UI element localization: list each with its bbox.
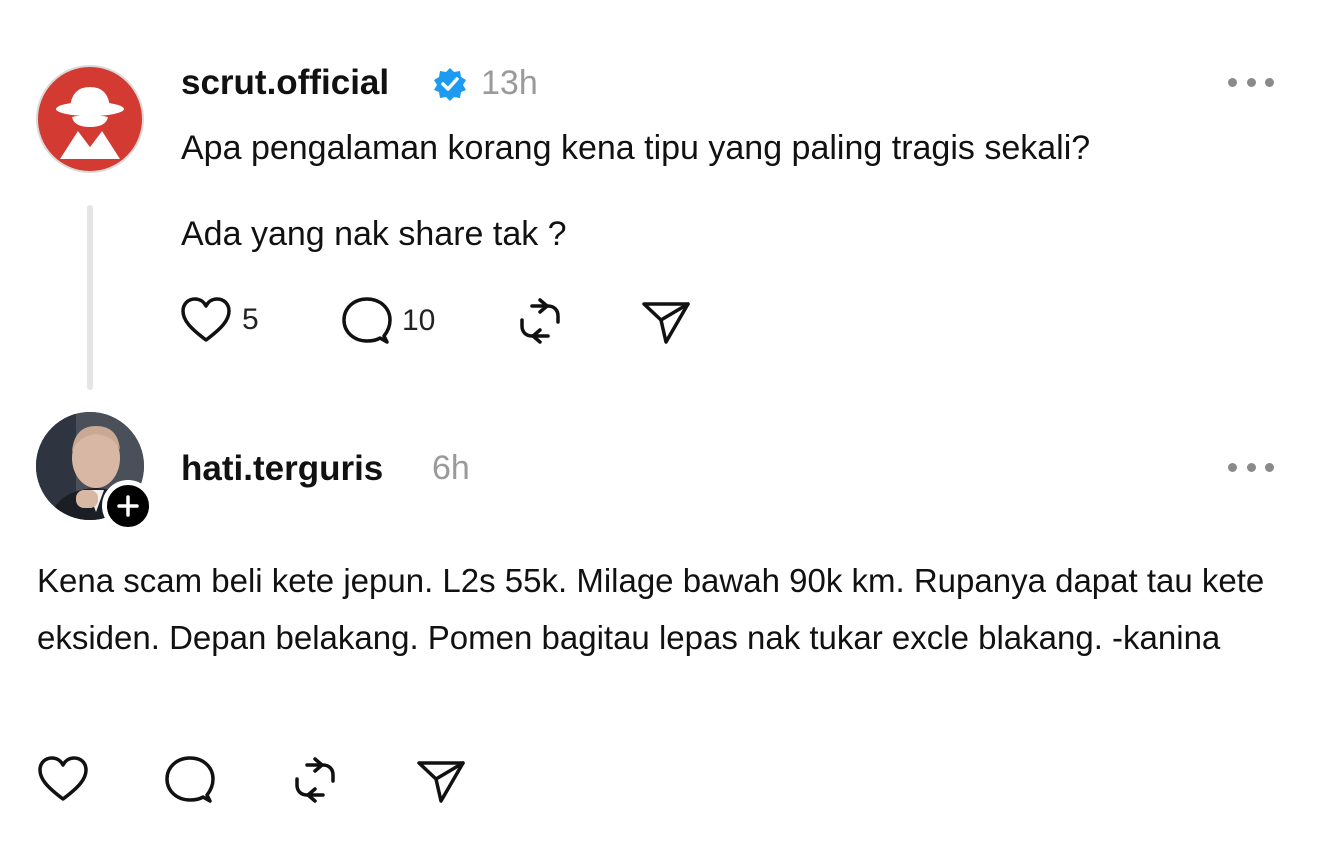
comment-icon: [165, 756, 215, 803]
reply-count: 10: [402, 304, 436, 337]
follow-button[interactable]: [102, 480, 154, 532]
dot: [1246, 77, 1256, 87]
dot: [1228, 77, 1237, 87]
repost-icon: [295, 757, 335, 803]
comment-icon: [342, 297, 392, 344]
thread-line: [87, 205, 93, 390]
like-button[interactable]: [37, 755, 89, 803]
avatar-scrut-official[interactable]: [36, 65, 144, 173]
repost-icon: [520, 298, 560, 344]
send-icon: [417, 761, 465, 803]
repost-button[interactable]: [514, 296, 566, 346]
post-username[interactable]: scrut.official: [181, 63, 389, 103]
post-text: Kena scam beli kete jepun. L2s 55k. Mila…: [37, 562, 1265, 656]
post-time: 6h: [432, 449, 470, 487]
heart-icon: [181, 297, 231, 342]
dot: [1265, 462, 1274, 472]
send-icon: [642, 302, 690, 344]
post-username[interactable]: hati.terguris: [181, 449, 383, 489]
share-button[interactable]: [415, 757, 467, 805]
spy-logo-icon: [56, 87, 124, 159]
more-options-button[interactable]: [1228, 72, 1274, 92]
post-text-line: Apa pengalaman korang kena tipu yang pal…: [181, 129, 1091, 167]
post-text-line: Ada yang nak share tak ?: [181, 215, 567, 253]
dot: [1228, 462, 1237, 472]
like-count: 5: [242, 303, 259, 336]
post-time: 13h: [481, 64, 538, 102]
plus-icon: [117, 495, 139, 517]
verified-badge-icon: [432, 66, 468, 102]
heart-icon: [38, 756, 88, 801]
like-button[interactable]: 5: [180, 296, 259, 344]
dot: [1246, 462, 1256, 472]
reply-button[interactable]: [163, 755, 215, 805]
dot: [1265, 77, 1274, 87]
reply-button[interactable]: 10: [340, 296, 435, 346]
more-options-button[interactable]: [1228, 457, 1274, 477]
repost-button[interactable]: [289, 755, 341, 805]
share-button[interactable]: [640, 298, 692, 346]
